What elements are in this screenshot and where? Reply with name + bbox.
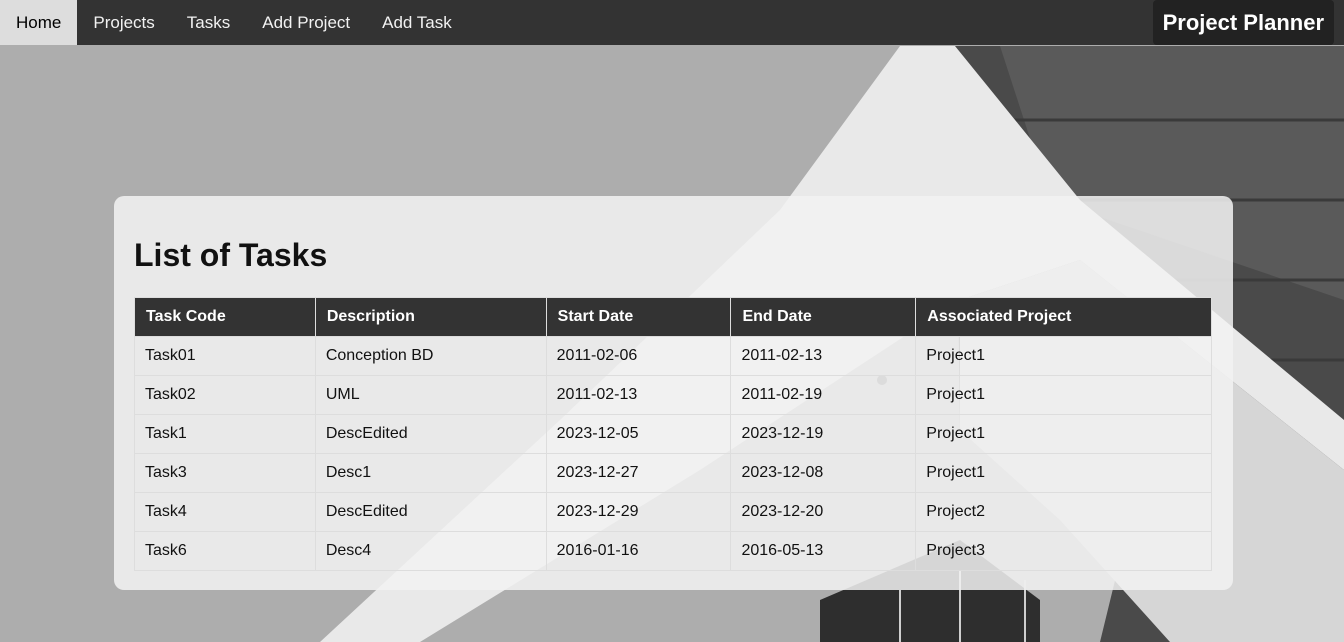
cell-description: UML (314, 375, 547, 415)
column-header-end-date: End Date (730, 297, 917, 337)
nav-link-tasks[interactable]: Tasks (171, 0, 246, 45)
cell-task-code: Task4 (134, 492, 316, 532)
cell-end-date: 2023-12-20 (730, 492, 917, 532)
cell-task-code: Task1 (134, 414, 316, 454)
cell-start-date: 2023-12-05 (545, 414, 732, 454)
nav-link-add-task[interactable]: Add Task (366, 0, 468, 45)
table-row: Task01 Conception BD 2011-02-06 2011-02-… (134, 336, 1212, 376)
nav-link-home[interactable]: Home (0, 0, 78, 45)
nav-link-add-project[interactable]: Add Project (246, 0, 366, 45)
cell-start-date: 2023-12-27 (545, 453, 732, 493)
cell-start-date: 2011-02-06 (545, 336, 732, 376)
table-row: Task6 Desc4 2016-01-16 2016-05-13 Projec… (134, 531, 1212, 571)
column-header-description: Description (314, 297, 547, 337)
cell-end-date: 2023-12-08 (730, 453, 917, 493)
page: Home Projects Tasks Add Project Add Task… (0, 0, 1344, 642)
cell-associated-project: Project1 (915, 414, 1212, 454)
cell-associated-project: Project1 (915, 375, 1212, 415)
cell-description: Desc1 (314, 453, 547, 493)
cell-description: Desc4 (314, 531, 547, 571)
cell-description: Conception BD (314, 336, 547, 376)
cell-end-date: 2011-02-13 (730, 336, 917, 376)
cell-start-date: 2011-02-13 (545, 375, 732, 415)
cell-end-date: 2011-02-19 (730, 375, 917, 415)
tasks-card: List of Tasks Task Code Description Star… (114, 196, 1233, 590)
page-title: List of Tasks (134, 237, 328, 273)
top-navigation-bar: Home Projects Tasks Add Project Add Task… (0, 0, 1344, 45)
cell-description: DescEdited (314, 492, 547, 532)
cell-task-code: Task02 (134, 375, 316, 415)
column-header-start-date: Start Date (545, 297, 732, 337)
table-row: Task1 DescEdited 2023-12-05 2023-12-19 P… (134, 414, 1212, 454)
table-row: Task02 UML 2011-02-13 2011-02-19 Project… (134, 375, 1212, 415)
cell-task-code: Task3 (134, 453, 316, 493)
cell-associated-project: Project1 (915, 453, 1212, 493)
nav-link-projects[interactable]: Projects (77, 0, 170, 45)
cell-associated-project: Project2 (915, 492, 1212, 532)
cell-task-code: Task6 (134, 531, 316, 571)
cell-start-date: 2016-01-16 (545, 531, 732, 571)
cell-associated-project: Project1 (915, 336, 1212, 376)
cell-end-date: 2016-05-13 (730, 531, 917, 571)
table-row: Task3 Desc1 2023-12-27 2023-12-08 Projec… (134, 453, 1212, 493)
cell-description: DescEdited (314, 414, 547, 454)
table-row: Task4 DescEdited 2023-12-29 2023-12-20 P… (134, 492, 1212, 532)
cell-associated-project: Project3 (915, 531, 1212, 571)
tasks-table: Task Code Description Start Date End Dat… (134, 297, 1212, 571)
cell-task-code: Task01 (134, 336, 316, 376)
brand-title: Project Planner (1152, 0, 1334, 45)
column-header-associated-project: Associated Project (915, 297, 1212, 337)
column-header-task-code: Task Code (134, 297, 316, 337)
cell-end-date: 2023-12-19 (730, 414, 917, 454)
cell-start-date: 2023-12-29 (545, 492, 732, 532)
table-header-row: Task Code Description Start Date End Dat… (134, 297, 1212, 337)
